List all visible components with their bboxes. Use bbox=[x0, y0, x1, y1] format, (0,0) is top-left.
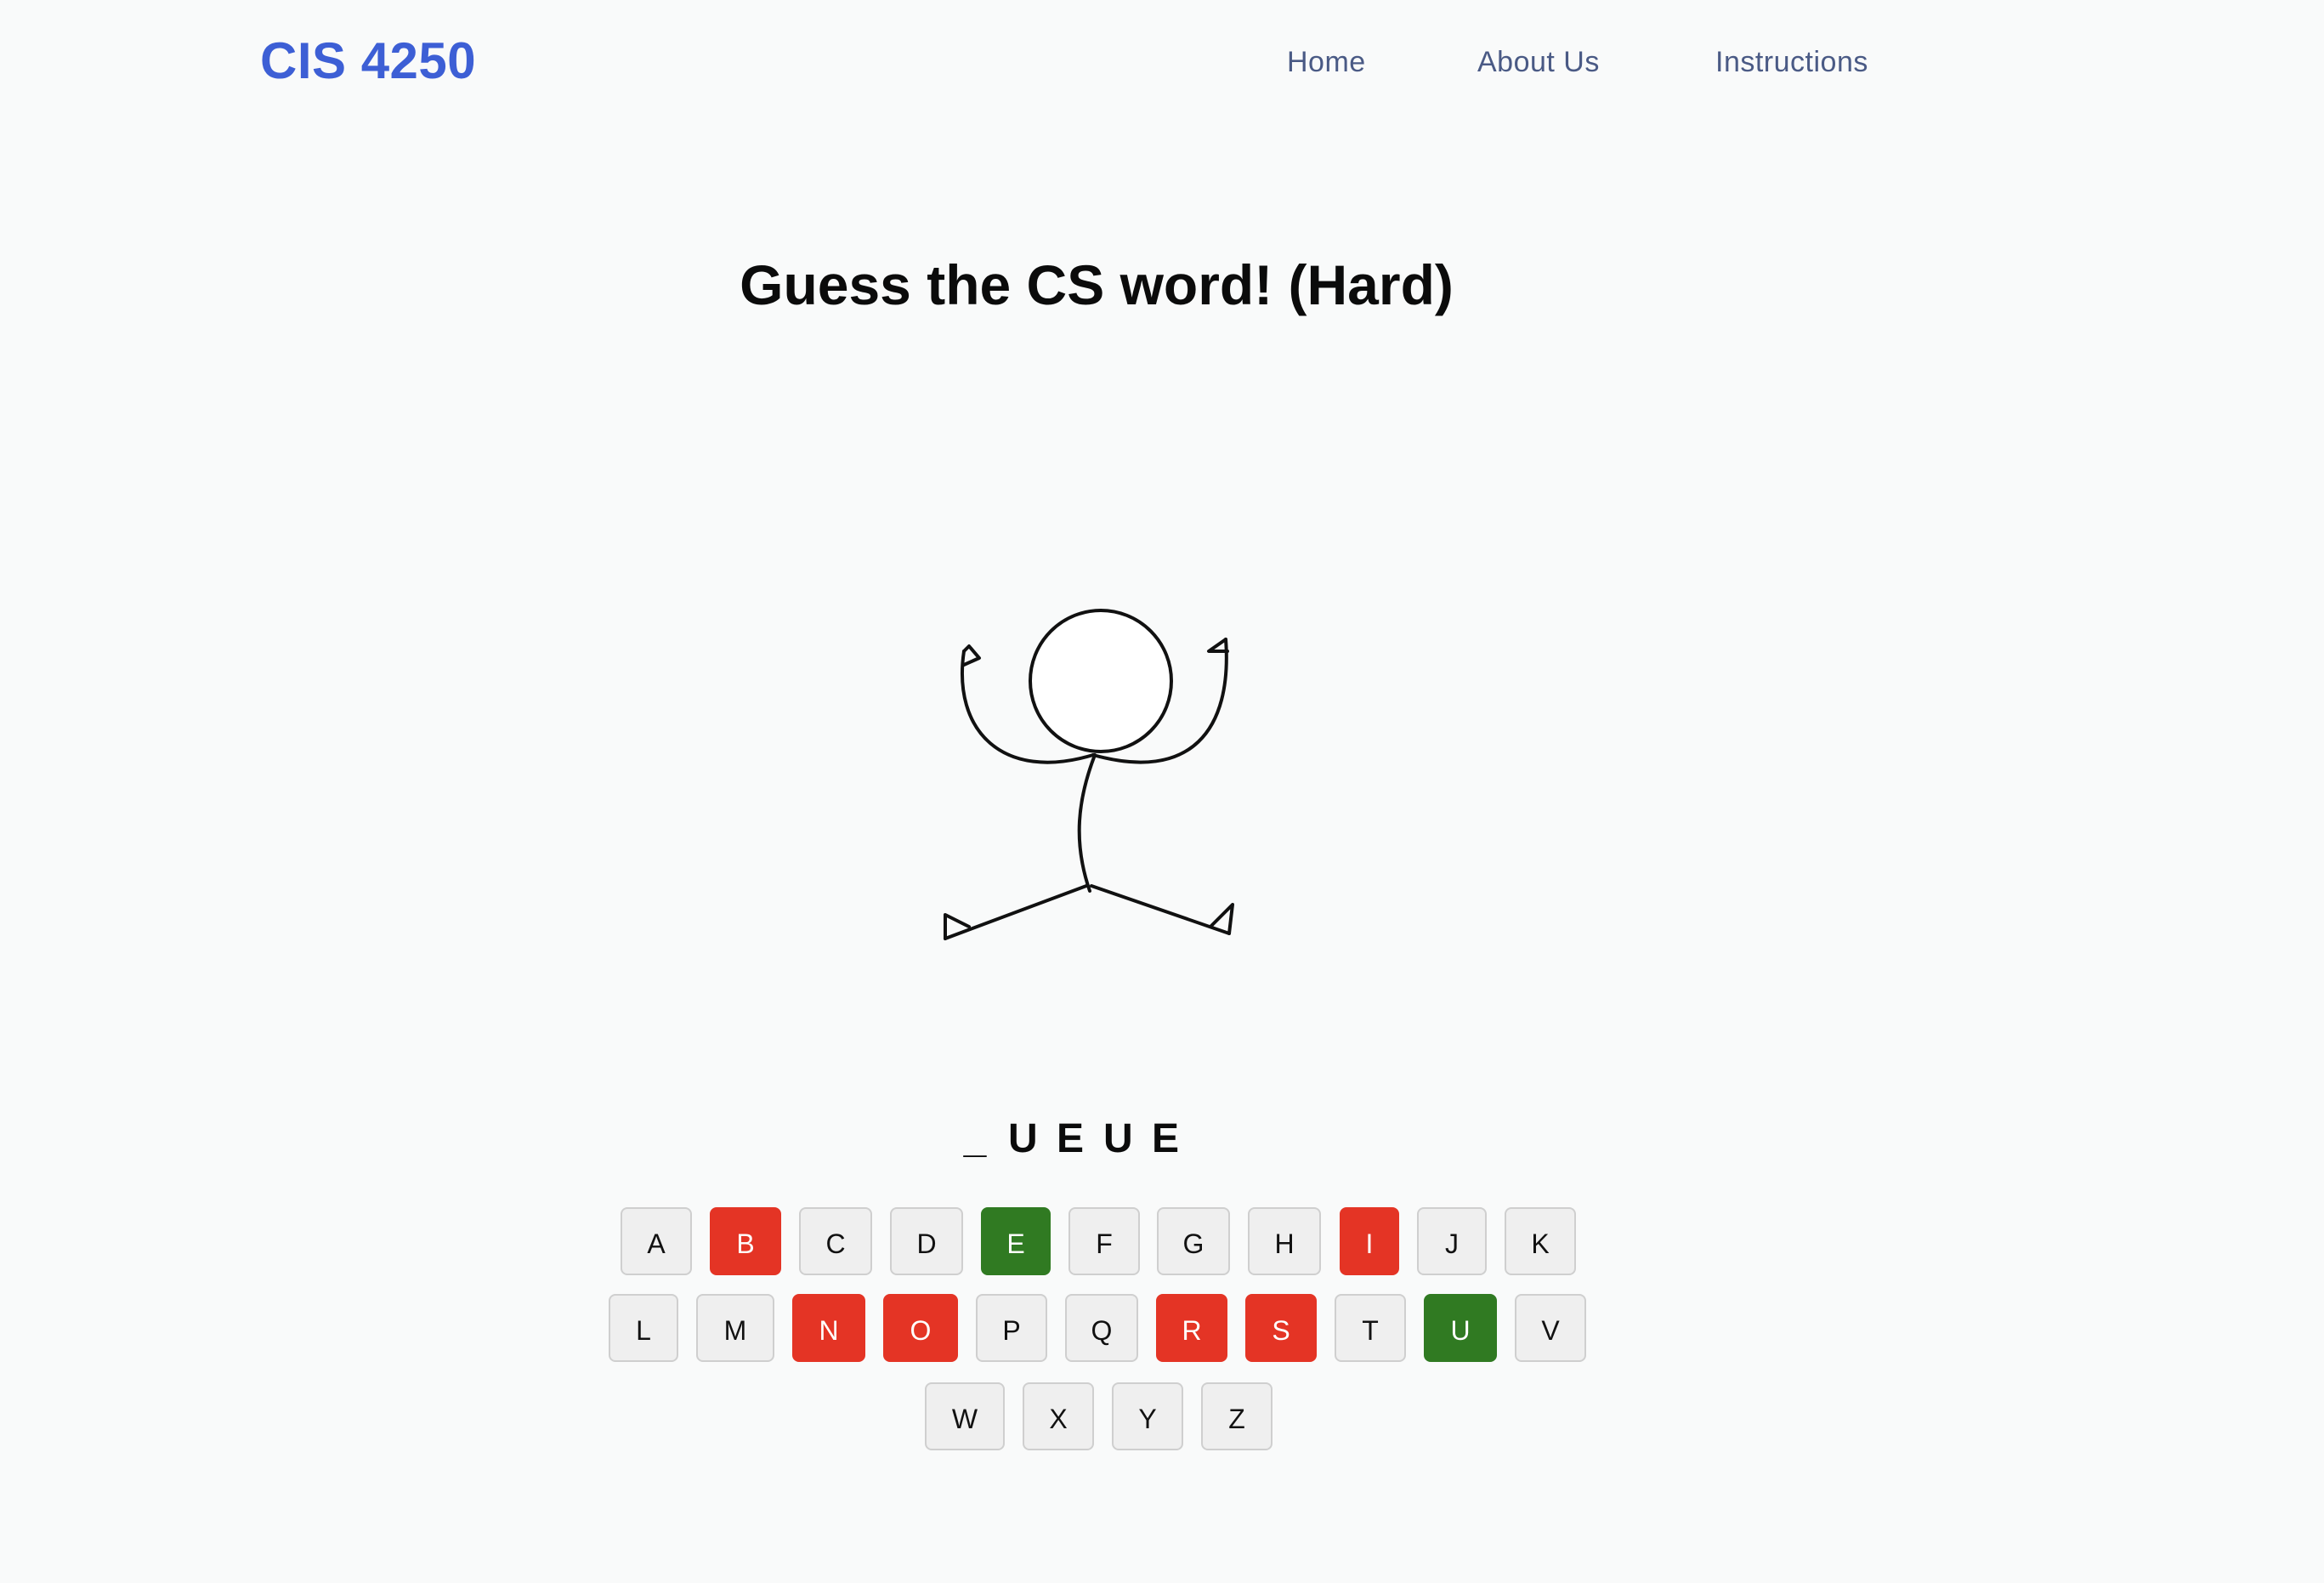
key-u[interactable]: U bbox=[1424, 1294, 1497, 1362]
key-y[interactable]: Y bbox=[1112, 1382, 1183, 1450]
hangman-head bbox=[1029, 609, 1173, 753]
nav-link-home[interactable]: Home bbox=[1287, 34, 1366, 90]
key-j[interactable]: J bbox=[1417, 1207, 1487, 1275]
key-p[interactable]: P bbox=[976, 1294, 1047, 1362]
page-title: Guess the CS word! (Hard) bbox=[740, 253, 1454, 317]
key-r[interactable]: R bbox=[1156, 1294, 1227, 1362]
word-letter: _ bbox=[963, 1116, 987, 1161]
key-a[interactable]: A bbox=[621, 1207, 692, 1275]
key-m[interactable]: M bbox=[696, 1294, 774, 1362]
key-z[interactable]: Z bbox=[1201, 1382, 1273, 1450]
hangman-figure bbox=[944, 609, 1234, 940]
hangman-right-leg-icon bbox=[1090, 884, 1231, 935]
key-q[interactable]: Q bbox=[1065, 1294, 1138, 1362]
key-n[interactable]: N bbox=[792, 1294, 865, 1362]
hangman-left-leg-icon bbox=[944, 884, 1088, 940]
word-letter: E bbox=[1151, 1116, 1179, 1161]
key-v[interactable]: V bbox=[1515, 1294, 1586, 1362]
key-s[interactable]: S bbox=[1245, 1294, 1317, 1362]
key-c[interactable]: C bbox=[799, 1207, 872, 1275]
key-x[interactable]: X bbox=[1023, 1382, 1094, 1450]
key-b[interactable]: B bbox=[710, 1207, 781, 1275]
key-h[interactable]: H bbox=[1248, 1207, 1321, 1275]
key-w[interactable]: W bbox=[925, 1382, 1005, 1450]
key-l[interactable]: L bbox=[609, 1294, 678, 1362]
key-k[interactable]: K bbox=[1505, 1207, 1576, 1275]
top-nav: Home About Us Instructions bbox=[0, 34, 2324, 90]
nav-link-about-us[interactable]: About Us bbox=[1477, 34, 1600, 90]
nav-link-instructions[interactable]: Instructions bbox=[1715, 34, 1868, 90]
key-t[interactable]: T bbox=[1335, 1294, 1406, 1362]
key-f[interactable]: F bbox=[1068, 1207, 1140, 1275]
word-letter: U bbox=[1008, 1116, 1038, 1161]
key-d[interactable]: D bbox=[890, 1207, 963, 1275]
word-letter: E bbox=[1056, 1116, 1084, 1161]
hangman-left-hand-icon bbox=[962, 644, 981, 667]
hangman-body-icon bbox=[1077, 753, 1097, 893]
word-letter: U bbox=[1103, 1116, 1133, 1161]
key-i[interactable]: I bbox=[1340, 1207, 1399, 1275]
key-g[interactable]: G bbox=[1157, 1207, 1230, 1275]
key-o[interactable]: O bbox=[883, 1294, 958, 1362]
key-e[interactable]: E bbox=[981, 1207, 1051, 1275]
word-display: _ U E U E bbox=[961, 1105, 1180, 1173]
